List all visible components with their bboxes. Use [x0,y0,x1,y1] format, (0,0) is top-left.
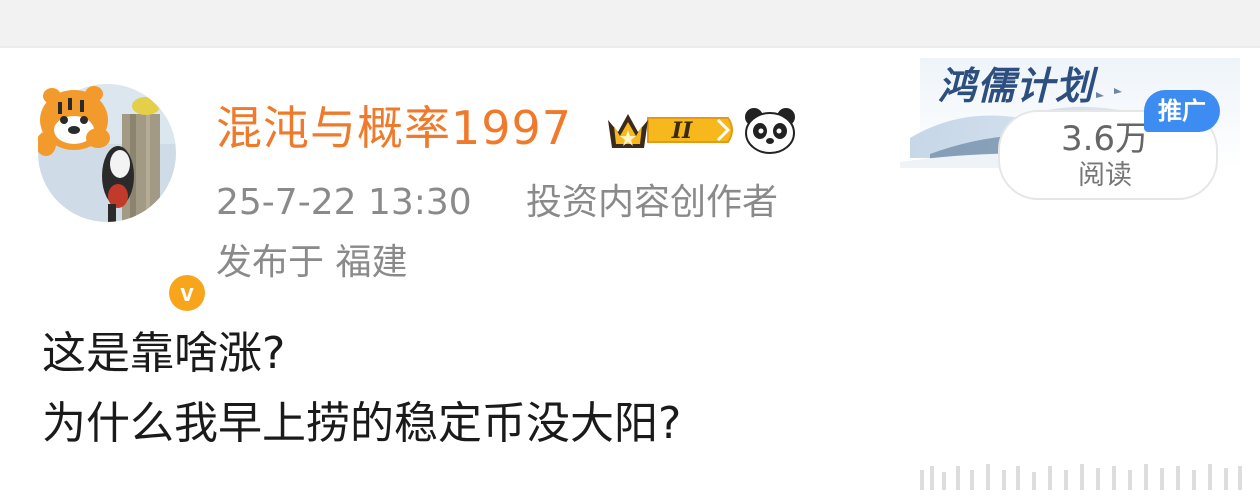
user-avatar[interactable]: v [38,84,209,315]
watermark-icon [920,464,1242,490]
user-role-label: 投资内容创作者 [526,182,779,223]
post-text-line: 为什么我早上捞的稳定币没大阳? [42,398,682,449]
separator-line [0,46,1260,48]
top-separator-band [0,0,1260,48]
username[interactable]: 混沌与概率1997 [216,98,572,158]
post-location: 发布于 福建 [216,242,408,283]
promotion-badge: 推广 [1144,90,1220,132]
post-timestamp: 25-7-22 13:30 [216,182,472,223]
svg-text:v: v [180,280,194,307]
tiger-woodpecker-avatar-icon [38,84,176,222]
crown-level-badge-icon[interactable]: II [604,106,738,154]
panda-icon [745,108,795,154]
promotion-card[interactable]: 鸿儒计划 3.6万 阅读 推广 [900,58,1240,208]
vip-level-text: II [671,118,693,144]
campaign-title: 鸿儒计划 [938,64,1095,108]
verified-v-badge-icon: v [165,271,209,315]
post-text-line: 这是靠啥涨? [42,328,286,379]
read-count-label: 阅读 [1078,160,1132,191]
